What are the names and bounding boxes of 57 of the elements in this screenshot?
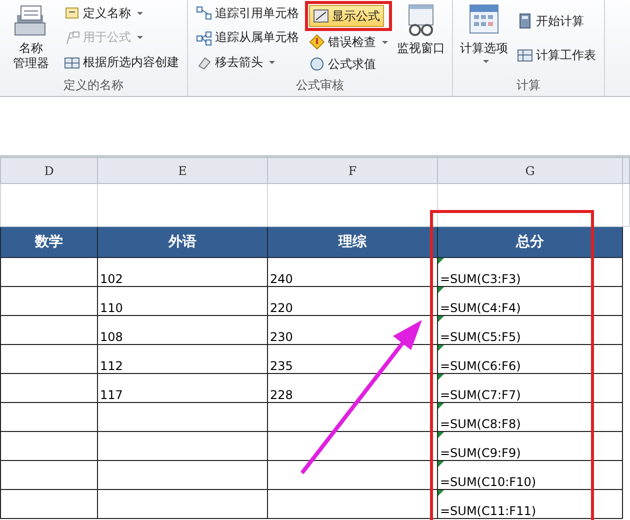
ribbon-button[interactable]: 监视窗口 [394, 0, 448, 76]
table-cell: =SUM(C3:F3) [438, 258, 622, 286]
table-cell: =SUM(C8:F8) [438, 402, 622, 432]
table-cell: =SUM(C4:F4) [438, 286, 622, 316]
table-cell: =SUM(C11:F11) [438, 490, 622, 518]
ribbon-button[interactable]: 名称 管理器 [4, 0, 58, 76]
table-cell: 102 [98, 258, 268, 286]
ribbon-button[interactable]: 移去箭头 [192, 52, 303, 74]
caret-icon [137, 36, 143, 40]
formula-icon [313, 8, 329, 24]
calculator-icon [517, 13, 533, 29]
warning-icon [309, 34, 325, 50]
tag-icon [64, 5, 80, 22]
table-header-cell: 外语 [98, 226, 268, 258]
table-cell: 110 [98, 286, 268, 316]
table-cell: 112 [98, 344, 268, 374]
table-cell: =SUM(C9:F9) [438, 432, 622, 460]
column-header[interactable]: F [268, 158, 438, 184]
circle-icon [309, 56, 325, 72]
caret-icon [382, 40, 388, 44]
group-label: 定义的名称 [62, 77, 124, 94]
ribbon-button[interactable]: 追踪从属单元格 [192, 26, 303, 49]
ribbon-button[interactable]: 公式求值 [305, 53, 392, 75]
table-cell: 240 [268, 258, 438, 286]
ribbon-button[interactable]: 错误检查 [305, 31, 392, 53]
ribbon-button[interactable]: 计算工作表 [513, 44, 600, 66]
table-header-cell: 理综 [268, 226, 438, 258]
column-header[interactable]: G [438, 158, 622, 184]
table-cell: =SUM(C6:F6) [438, 344, 622, 374]
caret-icon [269, 61, 275, 64]
ribbon-button[interactable]: 开始计算 [513, 10, 600, 32]
ribbon-button[interactable]: 追踪引用单元格 [192, 2, 303, 24]
arrow-boxes-icon [196, 30, 212, 46]
eraser-icon [196, 54, 212, 71]
function-icon [64, 30, 80, 46]
table-cell: 220 [268, 286, 438, 316]
ribbon-button[interactable]: 根据所选内容创建 [60, 52, 183, 74]
caret-icon [137, 12, 143, 15]
caret-icon [482, 60, 488, 63]
group-label: 公式审核 [295, 77, 345, 94]
table-cell: 117 [98, 374, 268, 402]
table-header-cell: 总分 [438, 226, 622, 258]
group-label: 计算 [516, 77, 542, 94]
table-icon [64, 54, 80, 71]
column-header[interactable]: D [0, 158, 98, 184]
table-cell: 108 [98, 316, 268, 344]
table-cell: =SUM(C7:F7) [438, 374, 622, 402]
ribbon-button[interactable]: 定义名称 [60, 2, 183, 24]
table-cell: =SUM(C10:F10) [438, 460, 622, 490]
ribbon-button[interactable]: 计算选项 [457, 0, 511, 76]
table-cell: =SUM(C5:F5) [438, 316, 622, 344]
table-icon [517, 47, 533, 63]
column-header[interactable]: E [98, 158, 268, 184]
arrow-boxes-icon [196, 5, 212, 22]
table-cell: 228 [268, 374, 438, 402]
ribbon-button[interactable]: 显示公式 [309, 5, 384, 27]
table-header-cell: 数学 [0, 226, 98, 258]
